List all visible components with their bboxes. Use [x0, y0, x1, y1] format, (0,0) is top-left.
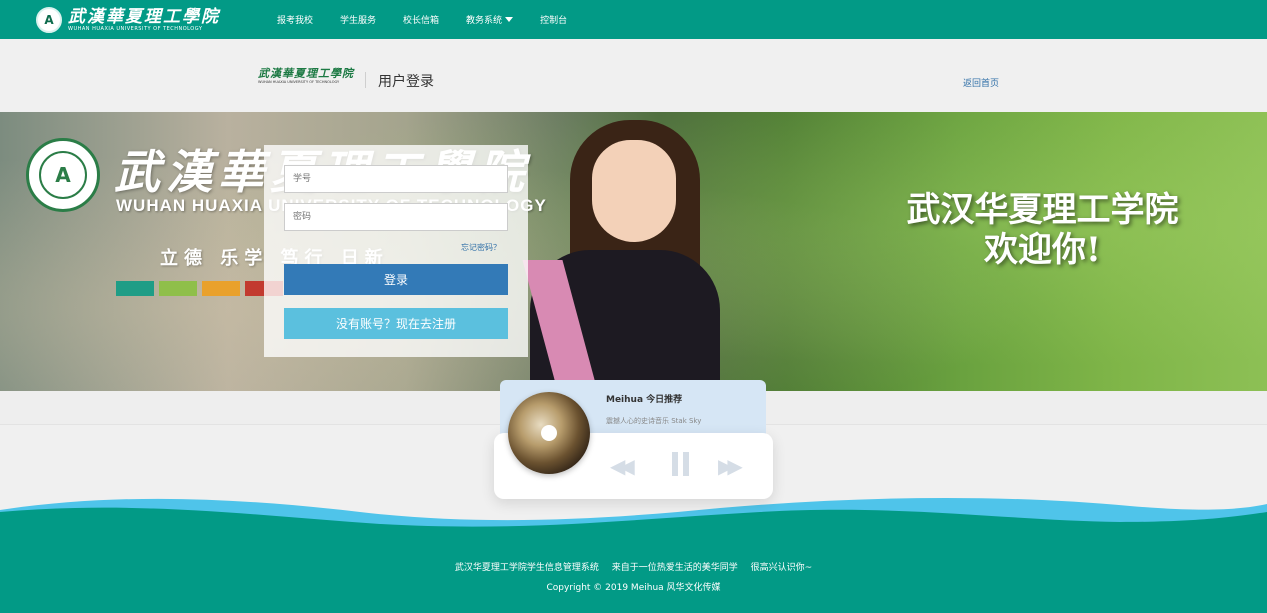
back-home-link[interactable]: 返回首页 [963, 76, 999, 89]
nav-link-student-services[interactable]: 学生服务 [340, 13, 376, 26]
student-photo [500, 120, 745, 391]
page-title: 用户登录 [378, 74, 434, 90]
banner-seal-icon: A [26, 138, 100, 212]
login-button[interactable]: 登录 [284, 264, 508, 295]
welcome-line-1: 武汉华夏理工学院 [906, 190, 1179, 230]
footer-part: 武汉华夏理工学院学生信息管理系统 [454, 563, 599, 573]
footer-wave [0, 497, 1267, 613]
footer-description: 武汉华夏理工学院学生信息管理系统 来自于一位热爱生活的美华同学 很高兴认识你~ [0, 560, 1267, 573]
footer-copyright: Copyright © 2019 Meihua 风华文化传媒 [546, 583, 721, 593]
nav-logo[interactable]: A 武漢華夏理工學院 WUHAN HUAXIA UNIVERSITY OF TE… [36, 5, 220, 35]
chevron-down-icon [505, 17, 514, 22]
nav-dropdown-label: 教务系统 [466, 16, 503, 26]
login-header: 武漢華夏理工學院 WUHAN HUAXIA UNIVERSITY OF TECH… [0, 39, 1267, 112]
nav-link-principal-mailbox[interactable]: 校长信箱 [403, 13, 439, 26]
color-bar [116, 281, 154, 296]
forgot-password-link[interactable]: 忘记密码？ [461, 242, 501, 253]
header-divider [365, 72, 366, 88]
header-logo-english: WUHAN HUAXIA UNIVERSITY OF TECHNOLOGY [258, 80, 340, 84]
welcome-line-2: 欢迎你! [984, 230, 1101, 270]
next-icon[interactable]: ▶▶ [718, 454, 743, 478]
header-logo-text: 武漢華夏理工學院 [258, 67, 354, 80]
footer: 武汉华夏理工学院学生信息管理系统 来自于一位热爱生活的美华同学 很高兴认识你~ … [0, 490, 1267, 613]
pause-icon[interactable] [672, 452, 694, 476]
song-subtitle: 震撼人心的史诗音乐 Stak Sky [606, 417, 702, 425]
footer-part: 来自于一位热爱生活的美华同学 [611, 563, 738, 573]
footer-part: 很高兴认识你~ [750, 563, 813, 573]
nav-dropdown-academic-system[interactable]: 教务系统 [466, 13, 514, 26]
login-form: 忘记密码？ 登录 没有账号？现在去注册 [264, 145, 528, 357]
song-title: Meihua 今日推荐 [606, 395, 683, 405]
password-input[interactable] [284, 203, 508, 231]
album-disc[interactable] [508, 392, 590, 474]
top-navbar: A 武漢華夏理工學院 WUHAN HUAXIA UNIVERSITY OF TE… [0, 0, 1267, 39]
register-button[interactable]: 没有账号？现在去注册 [284, 308, 508, 339]
hero-banner: A 武漢華夏理工學院 WUHAN HUAXIA UNIVERSITY OF TE… [0, 112, 1267, 391]
student-id-input[interactable] [284, 165, 508, 193]
nav-link-console[interactable]: 控制台 [540, 13, 567, 26]
color-bar [202, 281, 240, 296]
welcome-text: 武汉华夏理工学院 欢迎你! [870, 190, 1215, 270]
nav-logo-text: 武漢華夏理工學院 [68, 6, 220, 27]
nav-logo-english: WUHAN HUAXIA UNIVERSITY OF TECHNOLOGY [68, 25, 203, 32]
nav-links: 报考我校 学生服务 校长信箱 教务系统 控制台 [277, 0, 594, 39]
header-logo[interactable]: 武漢華夏理工學院 WUHAN HUAXIA UNIVERSITY OF TECH… [258, 68, 354, 85]
school-seal-icon: A [36, 7, 62, 33]
banner-color-bars [116, 281, 288, 296]
nav-link-apply[interactable]: 报考我校 [277, 13, 313, 26]
color-bar [159, 281, 197, 296]
prev-icon[interactable]: ◀◀ [610, 454, 635, 478]
